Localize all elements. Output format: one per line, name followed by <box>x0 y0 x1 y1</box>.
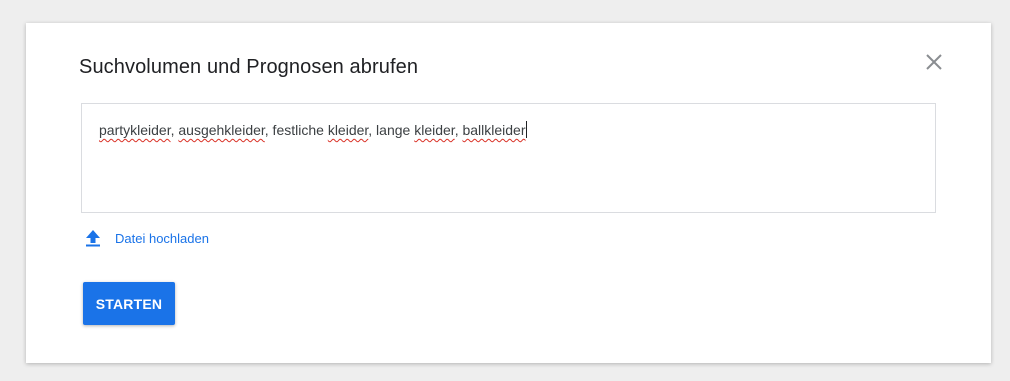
upload-label: Datei hochladen <box>115 230 209 246</box>
keywords-input[interactable]: partykleider, ausgehkleider, festliche k… <box>81 103 936 213</box>
separator-text: , lange <box>368 122 415 138</box>
upload-file-link[interactable]: Datei hochladen <box>83 226 209 250</box>
keyword-token: partykleider <box>99 122 171 138</box>
keyword-token: kleider <box>327 122 369 138</box>
close-button[interactable] <box>922 50 946 74</box>
text-caret <box>525 121 527 138</box>
close-icon <box>926 54 942 70</box>
search-volume-dialog: Suchvolumen und Prognosen abrufen partyk… <box>26 23 991 363</box>
keywords-input-text: partykleider, ausgehkleider, festliche k… <box>99 121 527 138</box>
upload-icon <box>86 230 100 247</box>
separator-text: , festliche <box>264 122 328 138</box>
keyword-token: kleider <box>414 122 455 138</box>
start-button[interactable]: STARTEN <box>83 282 175 325</box>
keyword-token: ballkleider <box>462 122 526 138</box>
keyword-token: ausgehkleider <box>178 122 265 138</box>
dialog-title: Suchvolumen und Prognosen abrufen <box>79 56 419 78</box>
